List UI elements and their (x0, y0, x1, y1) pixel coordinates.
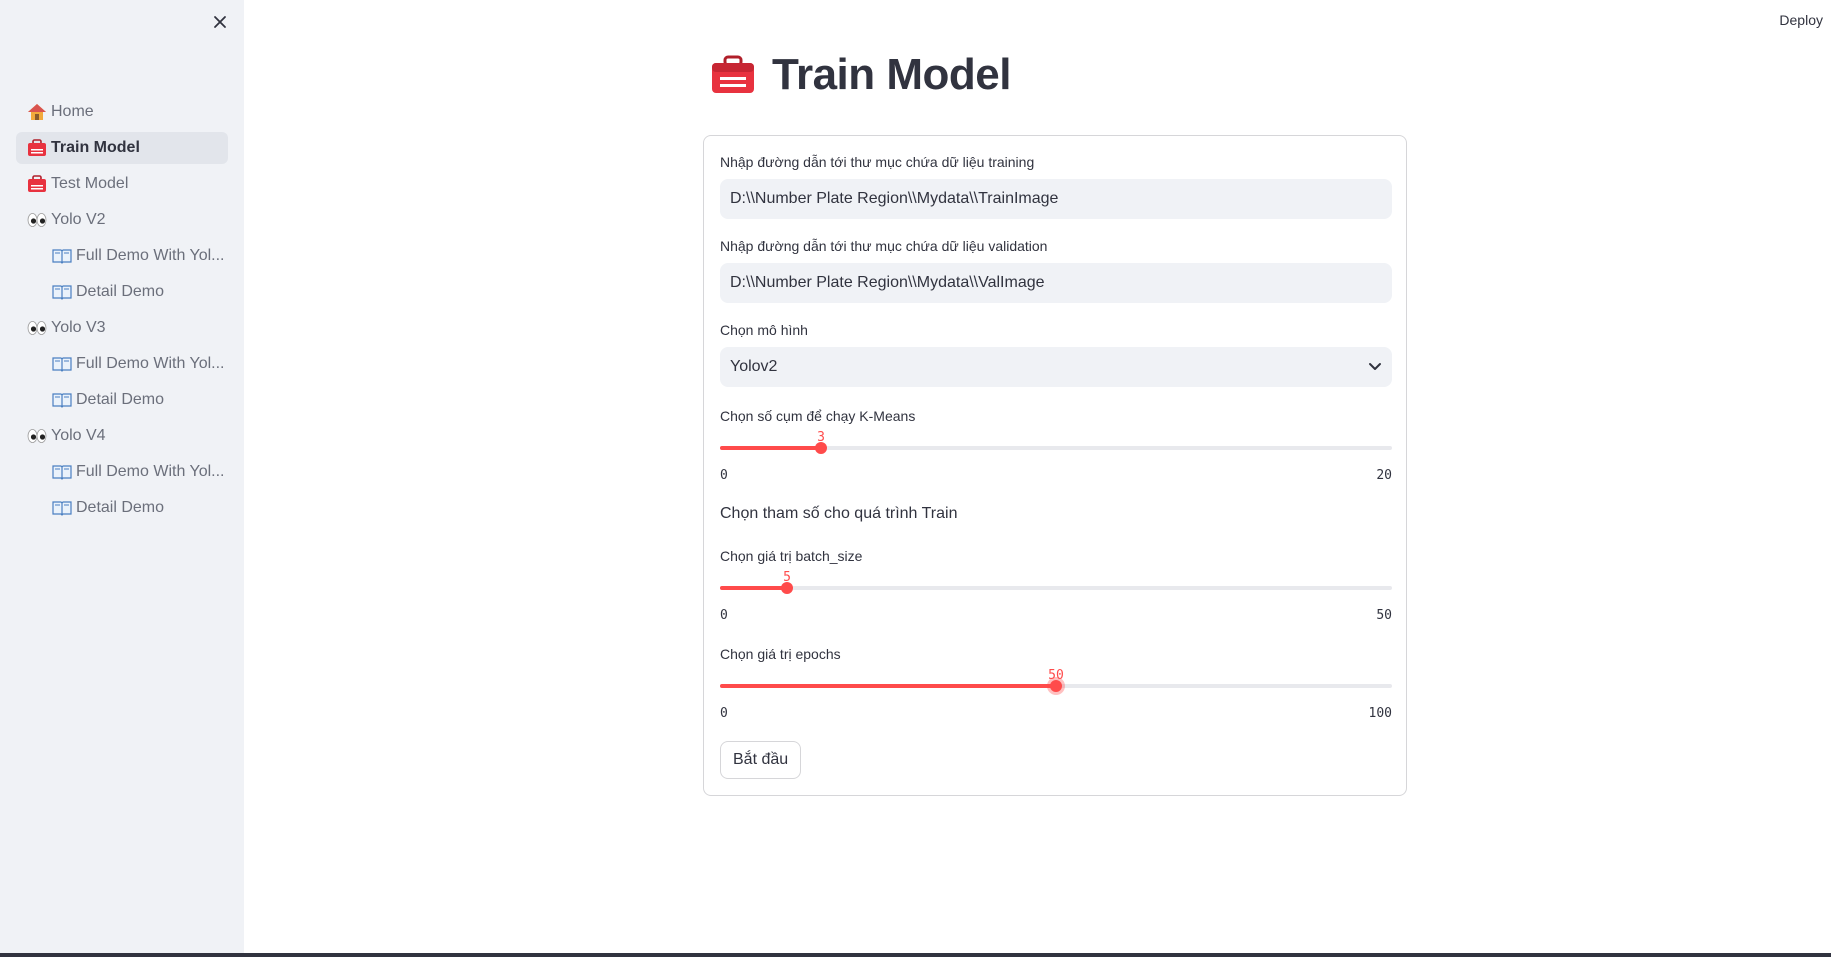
sidebar-item-test-model[interactable]: Test Model (16, 168, 228, 200)
sidebar-item-train-model[interactable]: Train Model (16, 132, 228, 164)
sidebar-item-label: Home (51, 103, 94, 120)
start-button[interactable]: Bắt đầu (720, 741, 802, 779)
sidebar-item-label: Full Demo With Yol... (76, 355, 225, 372)
sidebar-item-label: Yolo V2 (51, 211, 106, 228)
sidebar-item-label: Yolo V3 (51, 319, 106, 336)
window-bottom-border (0, 953, 1831, 957)
book-icon (51, 354, 73, 374)
sidebar-item-label: Detail Demo (76, 499, 165, 516)
sidebar-item-yolo-v3[interactable]: Yolo V3 (16, 312, 228, 344)
slider-track (720, 586, 1392, 590)
book-icon (51, 282, 73, 302)
batch-size-slider[interactable]: 5 0 50 (720, 570, 1392, 623)
train-form: Nhập đường dẫn tới thư mục chứa dữ liệu … (703, 135, 1407, 796)
slider-fill (720, 684, 1056, 688)
kmeans-label: Chọn số cụm để chạy K-Means (720, 408, 916, 424)
slider-value: 3 (817, 430, 825, 445)
epochs-label: Chọn giá trị epochs (720, 646, 841, 662)
sidebar-item-full-demo-with-yol[interactable]: Full Demo With Yol... (16, 456, 228, 488)
sidebar-item-detail-demo[interactable]: Detail Demo (16, 492, 228, 524)
toolbox-icon (26, 138, 48, 158)
sidebar-item-detail-demo[interactable]: Detail Demo (16, 276, 228, 308)
sidebar-nav: Home Train Model Test Model Yolo V2 Full Dem… (16, 96, 228, 528)
book-icon (51, 390, 73, 410)
train-path-input[interactable]: D:\\Number Plate Region\\Mydata\\TrainIm… (720, 179, 1392, 219)
slider-fill (720, 446, 821, 450)
sidebar-item-label: Full Demo With Yol... (76, 247, 225, 264)
sidebar: Home Train Model Test Model Yolo V2 Full Dem… (0, 0, 244, 953)
sidebar-item-detail-demo[interactable]: Detail Demo (16, 384, 228, 416)
toolbox-icon (712, 55, 754, 93)
batch-size-label: Chọn giá trị batch_size (720, 548, 863, 564)
kmeans-slider[interactable]: 3 0 20 (720, 430, 1392, 483)
app-window: Home Train Model Test Model Yolo V2 Full Dem… (0, 0, 1831, 957)
slider-max: 100 (1368, 706, 1392, 721)
val-path-label: Nhập đường dẫn tới thư mục chứa dữ liệu … (720, 238, 1048, 254)
sidebar-item-full-demo-with-yol[interactable]: Full Demo With Yol... (16, 348, 228, 380)
deploy-button[interactable]: Deploy (1779, 12, 1823, 28)
slider-min: 0 (720, 608, 728, 623)
eyes-icon (26, 318, 48, 338)
slider-value: 50 (1048, 668, 1064, 683)
sidebar-item-label: Detail Demo (76, 391, 165, 408)
sidebar-item-label: Full Demo With Yol... (76, 463, 225, 480)
slider-fill (720, 586, 787, 590)
model-select-value: Yolov2 (730, 358, 778, 375)
sidebar-item-home[interactable]: Home (16, 96, 228, 128)
sidebar-item-label: Yolo V4 (51, 427, 106, 444)
val-path-input[interactable]: D:\\Number Plate Region\\Mydata\\ValImag… (720, 263, 1392, 303)
train-path-value: D:\\Number Plate Region\\Mydata\\TrainIm… (730, 190, 1059, 207)
toolbox-icon (26, 174, 48, 194)
house-icon (26, 102, 48, 122)
slider-max: 20 (1376, 468, 1392, 483)
close-icon (214, 16, 226, 28)
page-title: Train Model (710, 50, 1011, 100)
sidebar-item-label: Train Model (51, 139, 140, 156)
model-select[interactable]: Yolov2 (720, 347, 1392, 387)
slider-value: 5 (783, 570, 791, 585)
page-title-text: Train Model (772, 50, 1011, 99)
book-icon (51, 246, 73, 266)
sidebar-item-yolo-v4[interactable]: Yolo V4 (16, 420, 228, 452)
slider-min: 0 (720, 468, 728, 483)
eyes-icon (26, 426, 48, 446)
close-sidebar-button[interactable] (208, 10, 232, 34)
train-path-label: Nhập đường dẫn tới thư mục chứa dữ liệu … (720, 154, 1035, 170)
sidebar-item-label: Detail Demo (76, 283, 165, 300)
sidebar-item-yolo-v2[interactable]: Yolo V2 (16, 204, 228, 236)
model-select-label: Chọn mô hình (720, 322, 808, 338)
sidebar-item-full-demo-with-yol[interactable]: Full Demo With Yol... (16, 240, 228, 272)
book-icon (51, 498, 73, 518)
chevron-down-icon (1369, 363, 1381, 370)
slider-min: 0 (720, 706, 728, 721)
book-icon (51, 462, 73, 482)
train-params-heading: Chọn tham số cho quá trình Train (720, 505, 958, 522)
slider-max: 50 (1376, 608, 1392, 623)
val-path-value: D:\\Number Plate Region\\Mydata\\ValImag… (730, 274, 1045, 291)
eyes-icon (26, 210, 48, 230)
epochs-slider[interactable]: 50 0 100 (720, 668, 1392, 721)
sidebar-item-label: Test Model (51, 175, 129, 192)
